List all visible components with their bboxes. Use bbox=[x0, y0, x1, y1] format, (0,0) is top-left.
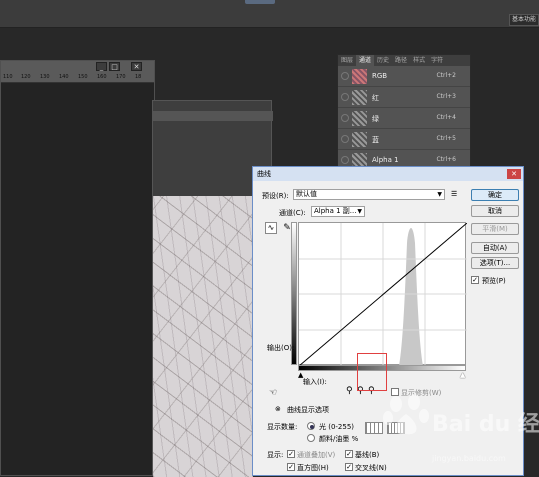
baseline-label: 基线(B) bbox=[355, 451, 380, 459]
chevron-down-icon: ▼ bbox=[437, 191, 442, 198]
dialog-close-button[interactable]: ✕ bbox=[507, 169, 521, 179]
tab-layers[interactable]: 图层 bbox=[338, 55, 356, 66]
white-point-slider[interactable]: ▲ bbox=[460, 371, 465, 379]
horizontal-ruler: 110 120 130 140 150 160 170 18 bbox=[1, 73, 154, 83]
black-eyedropper-icon[interactable]: ⚲ bbox=[346, 386, 353, 396]
histogram-checkbox[interactable]: ✓ bbox=[287, 463, 295, 471]
channel-name: 红 bbox=[372, 94, 379, 102]
preset-select[interactable]: 默认值 ▼ bbox=[293, 189, 445, 200]
channel-overlays-label: 通道叠加(V) bbox=[297, 451, 336, 459]
tab-styles[interactable]: 样式 bbox=[410, 55, 428, 66]
ruler-tick: 18 bbox=[135, 74, 142, 80]
channel-shortcut: Ctrl+6 bbox=[436, 156, 456, 163]
show-label: 显示: bbox=[267, 451, 284, 459]
channel-thumbnail bbox=[352, 111, 367, 126]
workspace-essentials-button[interactable]: 基本功能 bbox=[509, 14, 539, 26]
workspace-switcher[interactable] bbox=[245, 0, 275, 4]
ruler-tick: 140 bbox=[59, 74, 69, 80]
maximize-button[interactable]: □ bbox=[109, 62, 120, 71]
curve-edit-icon[interactable]: ∿ bbox=[265, 222, 277, 234]
document-titlebar: _ □ ✕ bbox=[1, 61, 154, 73]
cracked-texture-image[interactable] bbox=[153, 196, 253, 477]
output-label: 输出(O): bbox=[267, 344, 295, 352]
channel-overlays-checkbox[interactable]: ✓ bbox=[287, 450, 295, 458]
display-options-label: 曲线显示选项 bbox=[287, 406, 329, 414]
channel-name: 绿 bbox=[372, 115, 379, 123]
channel-row-rgb[interactable]: RGB Ctrl+2 bbox=[338, 66, 470, 87]
show-amount-label: 显示数量: bbox=[267, 423, 298, 431]
options-button[interactable]: 选项(T)... bbox=[471, 257, 519, 269]
curve-graph-svg bbox=[299, 223, 467, 366]
document-window: _ □ ✕ 110 120 130 140 150 160 170 18 bbox=[0, 60, 155, 476]
ruler-tick: 110 bbox=[3, 74, 13, 80]
baidu-watermark: Bai du 经验 jingyan.baidu.com bbox=[380, 392, 539, 472]
visibility-eye-icon[interactable] bbox=[341, 93, 349, 101]
chevron-down-icon: ▼ bbox=[357, 208, 362, 215]
channel-value: Alpha 1 副... bbox=[314, 207, 357, 215]
app-menu-bar: 基本功能 bbox=[0, 0, 539, 28]
channel-label: 通道(C): bbox=[279, 209, 306, 217]
ruler-tick: 130 bbox=[40, 74, 50, 80]
visibility-eye-icon[interactable] bbox=[341, 135, 349, 143]
ok-button[interactable]: 确定 bbox=[471, 189, 519, 201]
minimize-button[interactable]: _ bbox=[96, 62, 107, 71]
channel-shortcut: Ctrl+5 bbox=[436, 135, 456, 142]
highlight-box bbox=[357, 353, 387, 391]
intersection-checkbox[interactable]: ✓ bbox=[345, 463, 353, 471]
input-label: 输入(I): bbox=[303, 378, 327, 386]
close-button[interactable]: ✕ bbox=[131, 62, 142, 71]
channel-select[interactable]: Alpha 1 副... ▼ bbox=[311, 206, 365, 217]
watermark-url: jingyan.baidu.com bbox=[432, 454, 506, 463]
preset-label: 预设(R): bbox=[262, 192, 289, 200]
display-options-toggle-icon[interactable]: ⊗ bbox=[275, 405, 281, 413]
preview-label: 预览(P) bbox=[482, 277, 506, 285]
channel-thumbnail bbox=[352, 69, 367, 84]
preset-options-icon[interactable]: ☰ bbox=[451, 190, 457, 198]
channel-name: Alpha 1 bbox=[372, 156, 399, 164]
smooth-button[interactable]: 平滑(M) bbox=[471, 223, 519, 235]
pigment-option-label: 颜料/油墨 % bbox=[319, 435, 359, 443]
tab-channels[interactable]: 通道 bbox=[356, 55, 375, 66]
channel-thumbnail bbox=[352, 90, 367, 105]
channel-shortcut: Ctrl+2 bbox=[436, 72, 456, 79]
dialog-titlebar: 曲线 ✕ bbox=[253, 167, 523, 181]
visibility-eye-icon[interactable] bbox=[341, 156, 349, 164]
channel-shortcut: Ctrl+4 bbox=[436, 114, 456, 121]
channel-row-blue[interactable]: 蓝 Ctrl+5 bbox=[338, 129, 470, 150]
visibility-eye-icon[interactable] bbox=[341, 72, 349, 80]
light-option-label: 光 (0-255) bbox=[319, 423, 355, 431]
baseline-checkbox[interactable]: ✓ bbox=[345, 450, 353, 458]
channel-shortcut: Ctrl+3 bbox=[436, 93, 456, 100]
preset-value: 默认值 bbox=[296, 190, 317, 198]
pigment-radio[interactable] bbox=[307, 434, 315, 442]
visibility-eye-icon[interactable] bbox=[341, 114, 349, 122]
light-radio[interactable] bbox=[307, 422, 315, 430]
image-ruler bbox=[153, 111, 273, 121]
paw-logo-icon bbox=[383, 394, 429, 435]
document-canvas[interactable] bbox=[1, 83, 154, 475]
cancel-button[interactable]: 取消 bbox=[471, 205, 519, 217]
preview-checkbox[interactable]: ✓ bbox=[471, 276, 479, 284]
channels-panel: 图层 通道 历史 路径 样式 字符 RGB Ctrl+2 红 Ctrl+3 绿 … bbox=[337, 54, 471, 174]
ruler-tick: 120 bbox=[21, 74, 31, 80]
curve-graph[interactable] bbox=[298, 222, 467, 366]
histogram-label: 直方图(H) bbox=[297, 464, 329, 472]
channel-row-green[interactable]: 绿 Ctrl+4 bbox=[338, 108, 470, 129]
channel-thumbnail bbox=[352, 132, 367, 147]
channel-row-red[interactable]: 红 Ctrl+3 bbox=[338, 87, 470, 108]
dialog-title: 曲线 bbox=[257, 170, 271, 178]
channel-name: 蓝 bbox=[372, 136, 379, 144]
tab-paths[interactable]: 路径 bbox=[392, 55, 410, 66]
ruler-tick: 170 bbox=[116, 74, 126, 80]
histogram-peak bbox=[399, 228, 423, 366]
target-adjust-icon[interactable]: ☜ bbox=[269, 388, 277, 398]
channel-name: RGB bbox=[372, 72, 388, 80]
watermark-text: Bai du 经验 bbox=[432, 412, 539, 437]
ruler-tick: 150 bbox=[78, 74, 88, 80]
ruler-tick: 160 bbox=[97, 74, 107, 80]
tab-history[interactable]: 历史 bbox=[374, 55, 392, 66]
auto-button[interactable]: 自动(A) bbox=[471, 242, 519, 254]
panel-tabs: 图层 通道 历史 路径 样式 字符 bbox=[338, 55, 470, 66]
tab-characters[interactable]: 字符 bbox=[428, 55, 446, 66]
